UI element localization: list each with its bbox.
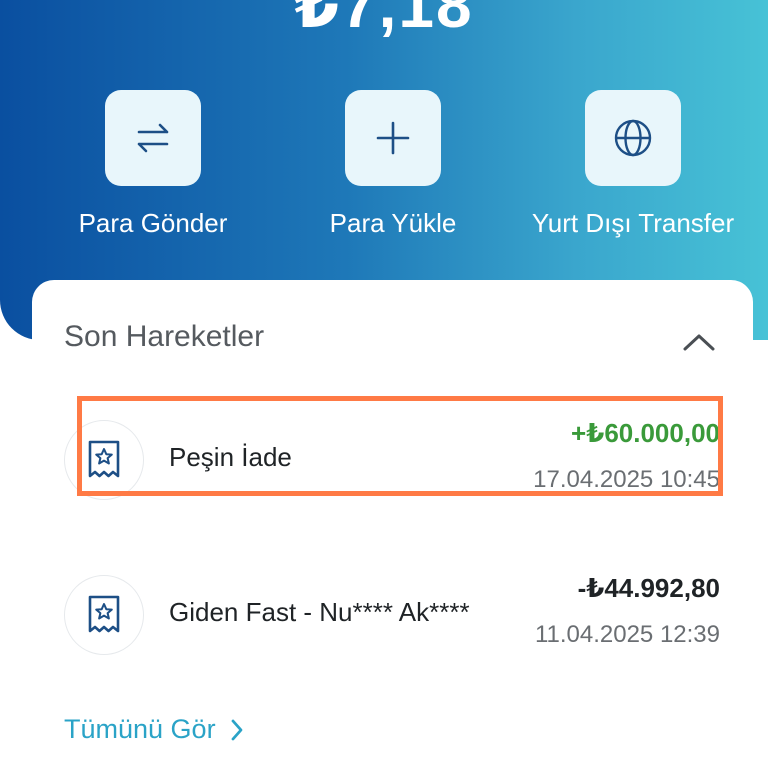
receipt-star-icon: [88, 595, 120, 633]
transaction-name: Peşin İade: [169, 442, 292, 472]
transfer-arrows-icon: [137, 123, 169, 153]
balance-amount: ₺7,18: [294, 0, 474, 41]
send-money-tile[interactable]: [105, 90, 201, 186]
transaction-row[interactable]: Peşin İade +₺60.000,00 17.04.2025 10:45: [32, 418, 753, 530]
receipt-star-icon: [88, 440, 120, 478]
chevron-up-icon[interactable]: [681, 330, 717, 354]
recent-transactions-title: Son Hareketler: [64, 320, 265, 353]
international-transfer-label: Yurt Dışı Transfer: [531, 208, 735, 238]
transaction-row[interactable]: Giden Fast - Nu**** Ak**** -₺44.992,80 1…: [32, 573, 753, 685]
transaction-amount: -₺44.992,80: [577, 573, 720, 603]
plus-icon: [376, 121, 410, 155]
see-all-label: Tümünü Gör: [64, 714, 216, 744]
send-money-label: Para Gönder: [78, 208, 228, 238]
recent-transactions-card: Son Hareketler Peşin İade +₺60.000,00 17…: [32, 280, 753, 768]
transaction-date: 11.04.2025 12:39: [534, 621, 720, 648]
load-money-label: Para Yükle: [329, 208, 457, 238]
send-money-button[interactable]: Para Gönder: [33, 90, 273, 239]
load-money-tile[interactable]: [345, 90, 441, 186]
transaction-amount: +₺60.000,00: [571, 418, 720, 448]
transaction-date: 17.04.2025 10:45: [533, 466, 720, 493]
load-money-button[interactable]: Para Yükle: [273, 90, 513, 239]
transaction-icon-badge: [64, 575, 144, 655]
transaction-icon-badge: [64, 420, 144, 500]
international-transfer-button[interactable]: Yurt Dışı Transfer: [513, 90, 753, 239]
international-transfer-tile[interactable]: [585, 90, 681, 186]
see-all-link[interactable]: Tümünü Gör: [64, 714, 244, 745]
chevron-right-icon: [231, 719, 242, 740]
transaction-name: Giden Fast - Nu**** Ak****: [169, 597, 470, 627]
globe-icon: [614, 119, 652, 157]
